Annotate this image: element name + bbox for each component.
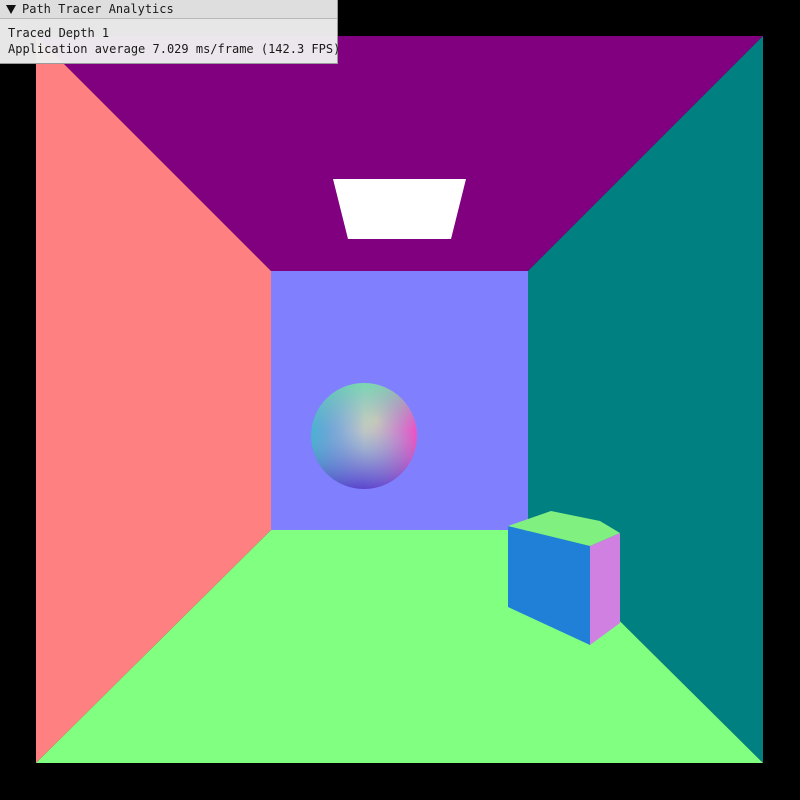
ceiling-light	[333, 179, 466, 239]
cornell-box-render	[0, 0, 800, 800]
render-viewport[interactable]	[0, 0, 800, 800]
path-tracer-analytics-window[interactable]: Path Tracer Analytics Traced Depth 1 App…	[0, 0, 341, 64]
normal-sphere	[311, 383, 417, 489]
window-titlebar[interactable]: Path Tracer Analytics	[0, 0, 337, 19]
frame-timing-text: Application average 7.029 ms/frame (142.…	[8, 42, 341, 56]
traced-depth-text: Traced Depth 1	[8, 26, 110, 40]
window-body: Traced Depth 1 Application average 7.029…	[0, 19, 341, 57]
window-title: Path Tracer Analytics	[22, 2, 174, 16]
triangle-down-icon[interactable]	[6, 5, 16, 14]
